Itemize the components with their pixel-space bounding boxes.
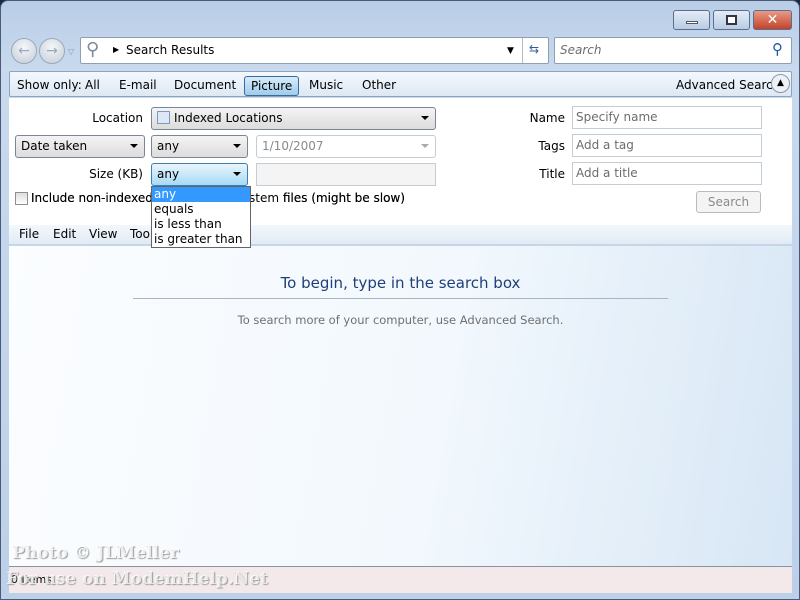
chevron-down-icon [233, 172, 241, 176]
address-dropdown-icon[interactable]: ▼ [507, 46, 514, 56]
forward-button[interactable]: → [39, 38, 65, 64]
size-op-value: any [157, 167, 180, 181]
include-nonindexed-checkbox[interactable] [15, 192, 28, 205]
size-option-equals[interactable]: equals [152, 202, 250, 217]
collapse-chevron-up-icon[interactable]: ▲ [771, 74, 790, 93]
results-pane: To begin, type in the search box To sear… [9, 246, 792, 566]
title-label: Title [539, 167, 565, 181]
search-magnifier-icon: ⚲ [86, 39, 100, 60]
tags-input[interactable]: Add a tag [572, 134, 762, 157]
minimize-button[interactable] [673, 10, 710, 30]
date-operator-combo[interactable]: any [151, 135, 248, 158]
chevron-down-icon [233, 144, 241, 148]
tab-document[interactable]: Document [168, 76, 242, 94]
menu-tools[interactable]: Too [130, 226, 150, 242]
maximize-button[interactable] [713, 10, 750, 30]
name-label: Name [529, 111, 565, 125]
tab-music[interactable]: Music [303, 76, 349, 94]
address-bar[interactable]: ⚲ ▶ Search Results ▼ ⇆ [80, 37, 549, 64]
show-only-label: Show only: [17, 78, 82, 92]
tab-picture[interactable]: Picture [244, 76, 300, 96]
forward-arrow-icon: → [46, 43, 58, 59]
menu-file[interactable]: File [19, 226, 39, 242]
location-value: Indexed Locations [174, 111, 283, 125]
show-only-bar: Show only: All E-mail Document Picture M… [9, 71, 792, 97]
explorer-window: ✕ ← → ▽ ⚲ ▶ Search Results ▼ ⇆ Search ⚲ … [0, 0, 800, 600]
advanced-search-toggle[interactable]: Advanced Search [670, 76, 786, 94]
tab-other[interactable]: Other [356, 76, 402, 94]
breadcrumb-arrow-icon: ▶ [113, 45, 120, 54]
search-box[interactable]: Search ⚲ [554, 37, 792, 64]
size-operator-dropdown-list: any equals is less than is greater than [151, 186, 251, 248]
breadcrumb[interactable]: Search Results [126, 43, 214, 57]
size-option-any[interactable]: any [152, 187, 250, 202]
search-button[interactable]: Search [696, 191, 761, 213]
search-input[interactable]: Search [560, 43, 602, 57]
minimize-icon [686, 21, 698, 24]
title-input[interactable]: Add a title [572, 162, 762, 185]
chevron-down-icon [421, 144, 429, 148]
search-icon[interactable]: ⚲ [772, 40, 783, 58]
location-combo[interactable]: Indexed Locations [151, 107, 436, 130]
back-button[interactable]: ← [11, 38, 37, 64]
date-field-combo[interactable]: Date taken [15, 135, 145, 158]
size-option-less-than[interactable]: is less than [152, 217, 250, 232]
menu-bar: File Edit View Too [9, 225, 792, 245]
include-nonindexed-label-left: Include non-indexed, H [31, 191, 170, 205]
tab-all[interactable]: All [79, 76, 106, 94]
date-field-value: Date taken [21, 139, 88, 153]
divider [133, 298, 668, 299]
tab-email[interactable]: E-mail [113, 76, 163, 94]
address-divider [522, 38, 523, 63]
close-button[interactable]: ✕ [753, 10, 792, 30]
include-nonindexed-label-right: files (might be slow) [283, 191, 406, 205]
size-option-greater-than[interactable]: is greater than [152, 232, 250, 247]
maximize-icon [726, 15, 737, 25]
tags-label: Tags [538, 139, 565, 153]
menu-view[interactable]: View [89, 226, 117, 242]
close-icon: ✕ [766, 12, 779, 28]
watermark-line1: Photo © JLMeller [12, 543, 179, 563]
status-bar: 0 items For use on ModemHelp.Net [6, 566, 792, 593]
size-operator-combo[interactable]: any [151, 163, 248, 186]
size-value-input [256, 163, 436, 186]
empty-heading: To begin, type in the search box [280, 274, 521, 292]
location-label: Location [92, 111, 143, 125]
recent-pages-dropdown[interactable]: ▽ [68, 47, 74, 56]
empty-subtext: To search more of your computer, use Adv… [237, 313, 564, 327]
date-value: 1/10/2007 [262, 139, 324, 153]
name-input[interactable]: Specify name [572, 106, 762, 129]
refresh-icon[interactable]: ⇆ [529, 42, 539, 56]
indexed-locations-icon [157, 111, 170, 124]
back-arrow-icon: ← [18, 43, 30, 59]
date-op-value: any [157, 139, 180, 153]
watermark-line2: For use on ModemHelp.Net [6, 569, 268, 589]
date-value-picker: 1/10/2007 [256, 135, 436, 158]
chevron-down-icon [130, 144, 138, 148]
chevron-down-icon [421, 116, 429, 120]
size-label: Size (KB) [89, 167, 143, 181]
menu-edit[interactable]: Edit [53, 226, 76, 242]
